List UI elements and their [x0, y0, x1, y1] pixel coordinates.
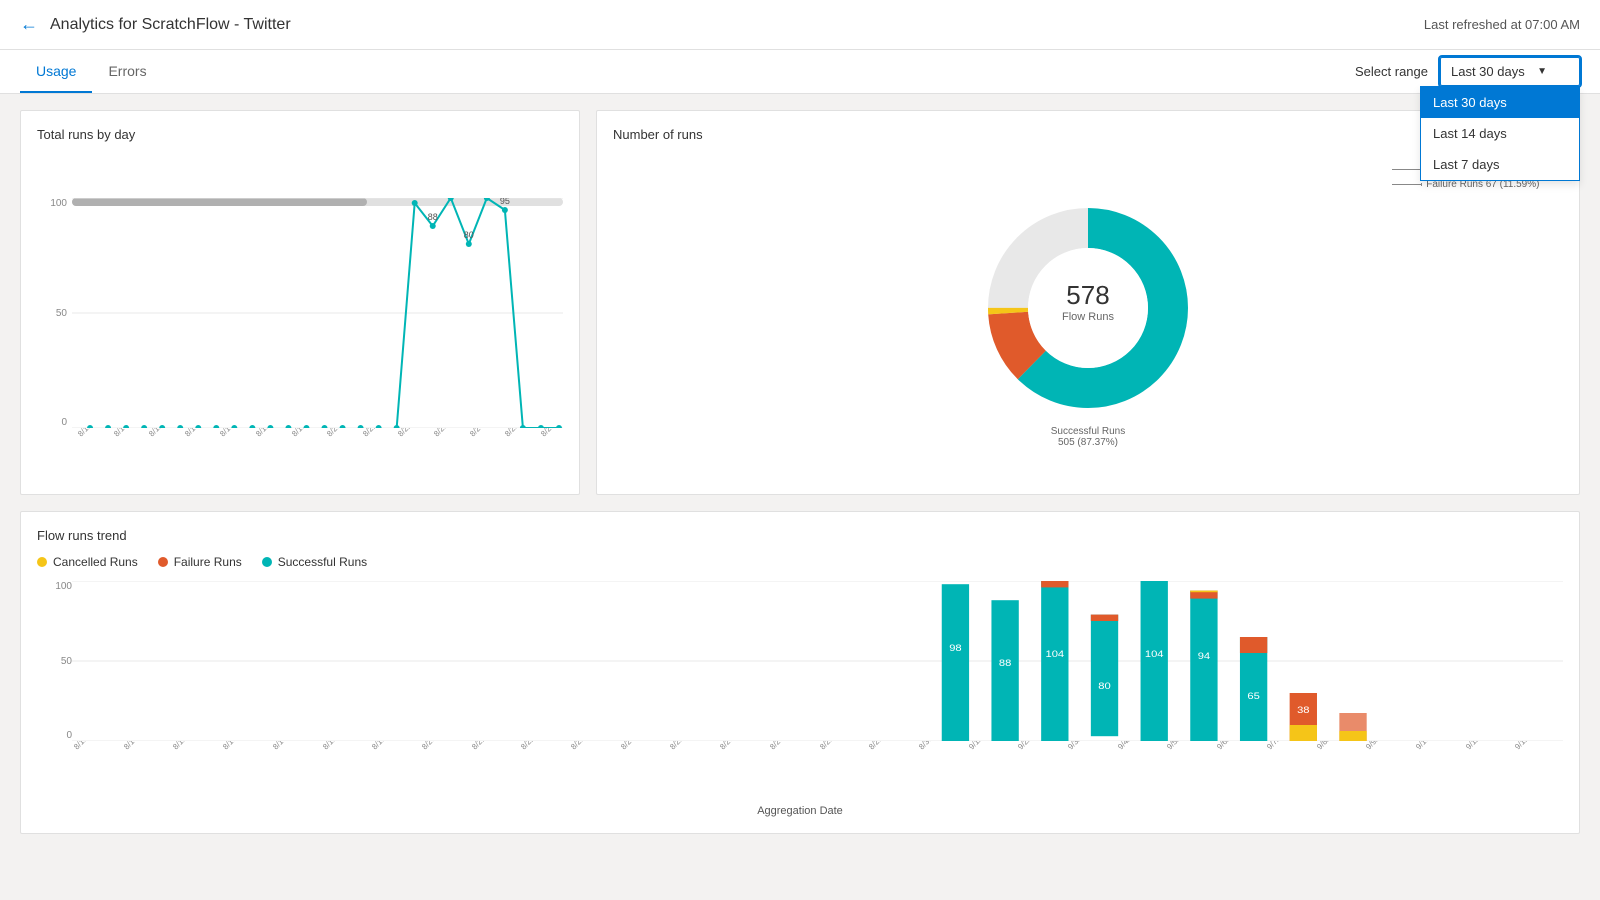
successful-runs-legend-label: Successful Runs	[278, 555, 367, 569]
trend-bar-chart: 98 88 104 80	[72, 581, 1563, 741]
svg-text:Flow Runs: Flow Runs	[1062, 311, 1114, 323]
chevron-down-icon: ▼	[1537, 66, 1547, 77]
svg-text:38: 38	[1297, 706, 1310, 716]
donut-area: Cancelled Runs 6 (1.04%) Failure Runs 67…	[613, 154, 1563, 458]
successful-runs-dot	[262, 557, 272, 567]
y-label-100: 100	[37, 198, 67, 209]
header: ← Analytics for ScratchFlow - Twitter La…	[0, 0, 1600, 50]
svg-text:94: 94	[1198, 652, 1211, 662]
aggregation-date-label: Aggregation Date	[37, 805, 1563, 817]
y-label-50: 50	[37, 308, 67, 319]
select-range-dropdown[interactable]: Last 30 days ▼	[1440, 57, 1580, 86]
main-content: Total runs by day 100 50 0	[0, 94, 1600, 850]
charts-top-row: Total runs by day 100 50 0	[20, 110, 1580, 495]
svg-text:88: 88	[428, 212, 438, 222]
last-refreshed-text: Last refreshed at 07:00 AM	[1424, 17, 1580, 32]
cancelled-runs-legend-label: Cancelled Runs	[53, 555, 138, 569]
dropdown-option-14days[interactable]: Last 14 days	[1421, 118, 1579, 149]
select-range-container: Select range Last 30 days ▼ Last 30 days…	[1355, 57, 1580, 86]
line-chart-area: 100 50 0	[37, 198, 563, 478]
tab-errors[interactable]: Errors	[92, 51, 162, 93]
legend-cancelled-runs: Cancelled Runs	[37, 555, 138, 569]
header-left: ← Analytics for ScratchFlow - Twitter	[20, 14, 291, 35]
svg-text:104: 104	[1145, 650, 1164, 660]
y-axis-labels: 100 50 0	[37, 198, 67, 478]
select-range-label: Select range	[1355, 64, 1428, 79]
flow-runs-trend-title: Flow runs trend	[37, 528, 1563, 543]
cancelled-runs-dot	[37, 557, 47, 567]
flow-runs-trend-card: Flow runs trend Cancelled Runs Failure R…	[20, 511, 1580, 834]
failure-runs-dot	[158, 557, 168, 567]
dropdown-option-30days[interactable]: Last 30 days	[1421, 87, 1579, 118]
dropdown-option-7days[interactable]: Last 7 days	[1421, 149, 1579, 180]
back-button[interactable]: ←	[20, 14, 38, 35]
svg-text:88: 88	[999, 659, 1012, 669]
successful-runs-label: Successful Runs505 (87.37%)	[1051, 426, 1125, 448]
svg-text:95: 95	[500, 198, 510, 206]
legend-successful-runs: Successful Runs	[262, 555, 367, 569]
total-runs-title: Total runs by day	[37, 127, 563, 142]
donut-container: 578 Flow Runs	[978, 198, 1198, 418]
trend-chart-area: 100 50 0 98	[37, 581, 1563, 801]
svg-text:578: 578	[1066, 280, 1109, 310]
tabs-bar: Usage Errors Select range Last 30 days ▼…	[0, 50, 1600, 94]
legend-failure-runs: Failure Runs	[158, 555, 242, 569]
svg-text:98: 98	[949, 644, 962, 654]
svg-text:80: 80	[464, 230, 474, 240]
tabs-container: Usage Errors	[20, 51, 163, 93]
trend-y-50: 50	[37, 656, 72, 667]
failure-runs-legend-label: Failure Runs	[174, 555, 242, 569]
y-label-0: 0	[37, 417, 67, 428]
svg-text:65: 65	[1247, 692, 1260, 702]
dropdown-menu: Last 30 days Last 14 days Last 7 days	[1420, 86, 1580, 181]
trend-x-axis: 8/13/2020 8/14/2020 8/15/2020 8/16/2020 …	[72, 741, 1563, 801]
trend-y-0: 0	[37, 730, 72, 741]
svg-text:80: 80	[1098, 682, 1111, 692]
page-title: Analytics for ScratchFlow - Twitter	[50, 16, 291, 34]
select-range-value: Last 30 days	[1451, 64, 1525, 79]
line-chart-plot: 98 88 104 80 104 95	[72, 198, 563, 428]
trend-y-100: 100	[37, 581, 72, 592]
svg-text:104: 104	[1045, 650, 1064, 660]
tab-usage[interactable]: Usage	[20, 51, 92, 93]
trend-y-labels: 100 50 0	[37, 581, 72, 741]
total-runs-card: Total runs by day 100 50 0	[20, 110, 580, 495]
trend-legend: Cancelled Runs Failure Runs Successful R…	[37, 555, 1563, 569]
x-axis-dates: 8/13/2020 8/14/2020 8/15/2020 8/16/2020 …	[72, 428, 563, 478]
